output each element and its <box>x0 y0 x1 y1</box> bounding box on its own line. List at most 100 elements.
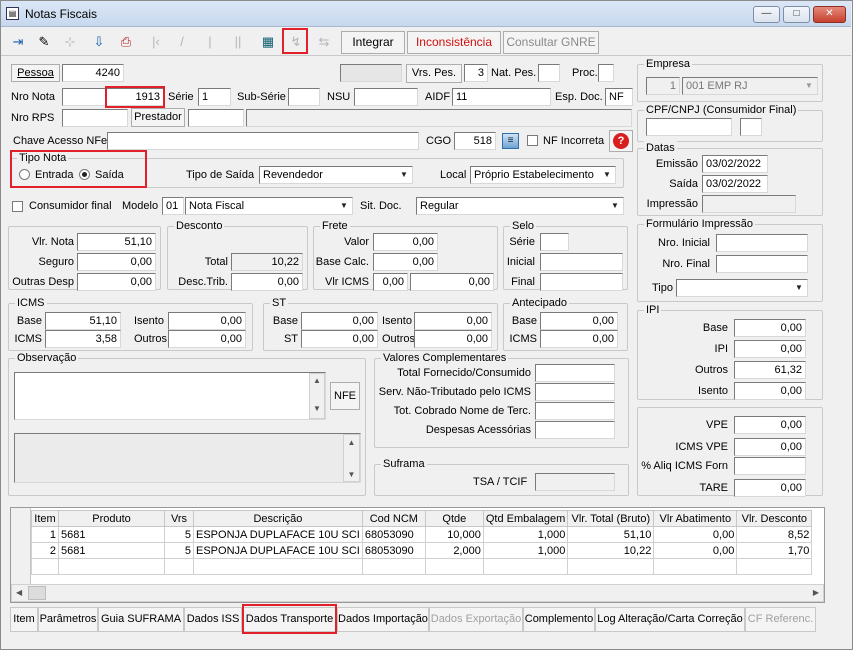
table-cell[interactable]: 1,000 <box>482 542 569 559</box>
table-cell[interactable] <box>31 558 59 575</box>
ipi-isento-field[interactable]: 0,00 <box>734 382 806 400</box>
esp-doc-field[interactable]: NF <box>605 88 633 106</box>
pessoa-field[interactable]: 4240 <box>62 64 124 82</box>
table-cell[interactable] <box>164 558 194 575</box>
table-cell[interactable]: 0,00 <box>653 526 738 543</box>
consumidor-final-checkbox[interactable] <box>12 201 23 212</box>
inconsistencia-button[interactable]: Inconsistência <box>407 31 501 54</box>
vrs-pes-button[interactable]: Vrs. Pes. <box>406 64 462 83</box>
st-st-field[interactable]: 0,00 <box>301 330 378 348</box>
despesas-acessorias-field[interactable] <box>535 421 615 439</box>
modelo-code-field[interactable]: 01 <box>162 197 184 215</box>
st-base-field[interactable]: 0,00 <box>301 312 378 330</box>
frete-valor-field[interactable]: 0,00 <box>373 233 438 251</box>
grid-header-cell[interactable]: Vrs <box>164 510 194 527</box>
table-cell[interactable]: 2,000 <box>424 542 484 559</box>
grid-header-cell[interactable]: Item <box>31 510 59 527</box>
antecipado-icms-field[interactable]: 0,00 <box>540 330 618 348</box>
download-icon[interactable]: ⇩ <box>88 31 110 53</box>
icms-icms-field[interactable]: 3,58 <box>45 330 121 348</box>
pessoa-button[interactable]: Pessoa <box>11 64 60 82</box>
local-select[interactable]: Próprio Estabelecimento ▼ <box>470 166 616 184</box>
grid-header-cell[interactable]: Descrição <box>193 510 363 527</box>
entrada-radio[interactable] <box>19 169 30 180</box>
tipo-saida-select[interactable]: Revendedor ▼ <box>259 166 413 184</box>
tab-parametros[interactable]: Parâmetros <box>38 607 98 632</box>
table-cell[interactable] <box>736 558 813 575</box>
selo-final-field[interactable] <box>540 273 623 291</box>
table-cell[interactable]: ESPONJA DUPLAFACE 10U SCI <box>193 542 363 559</box>
nat-pes-field[interactable] <box>538 64 560 82</box>
help-button[interactable]: ? <box>609 130 633 152</box>
observacao-nfe-scrollbar[interactable]: ▲ ▼ <box>343 434 360 482</box>
table-cell[interactable]: 1 <box>31 526 59 543</box>
tare-field[interactable]: 0,00 <box>734 479 806 497</box>
icms-outros-field[interactable]: 0,00 <box>168 330 246 348</box>
observacao-textarea[interactable] <box>14 372 326 420</box>
table-cell[interactable]: 1,000 <box>482 526 569 543</box>
cgo-lookup-icon[interactable]: ≡ <box>502 133 519 149</box>
selo-serie-field[interactable] <box>540 233 569 251</box>
st-outros-field[interactable]: 0,00 <box>414 330 492 348</box>
serv-nao-tributado-field[interactable] <box>535 383 615 401</box>
grid-scroll-thumb[interactable] <box>28 586 46 600</box>
consultar-gnre-button[interactable]: Consultar GNRE <box>503 31 599 54</box>
tipo-select[interactable]: ▼ <box>676 279 808 297</box>
table-cell[interactable]: 5681 <box>58 542 165 559</box>
tab-dados-iss[interactable]: Dados ISS <box>184 607 242 632</box>
total-fornecido-field[interactable] <box>535 364 615 382</box>
proc-field[interactable] <box>598 64 614 82</box>
table-cell[interactable]: 8,52 <box>736 526 813 543</box>
items-grid[interactable]: Item Produto Vrs Descrição Cod NCM Qtde Qtd Em… <box>31 510 813 575</box>
table-cell[interactable]: 5 <box>164 542 194 559</box>
icms-base-field[interactable]: 51,10 <box>45 312 121 330</box>
desc-trib-field[interactable]: 0,00 <box>231 273 303 291</box>
frete-icms-value-field[interactable]: 0,00 <box>410 273 494 291</box>
grid-icon[interactable]: ▦ <box>257 31 279 53</box>
tab-guia-suframa[interactable]: Guia SUFRAMA <box>98 607 184 632</box>
table-cell[interactable]: 5681 <box>58 526 165 543</box>
table-cell[interactable] <box>58 558 165 575</box>
tab-dados-importacao[interactable]: Dados Importação <box>337 607 429 632</box>
saida-date-field[interactable]: 03/02/2022 <box>702 175 768 193</box>
table-row[interactable]: 1 5681 5 ESPONJA DUPLAFACE 10U SCI 68053090 1… <box>31 526 813 543</box>
ipi-base-field[interactable]: 0,00 <box>734 319 806 337</box>
nro-inicial-field[interactable] <box>716 234 808 252</box>
tot-cobrado-field[interactable] <box>535 402 615 420</box>
nfe-button[interactable]: NFE <box>330 382 360 410</box>
nsu-field[interactable] <box>354 88 418 106</box>
observacao-scrollbar[interactable]: ▲ ▼ <box>309 373 325 419</box>
pessoa-name-field[interactable] <box>126 64 338 82</box>
grid-header-cell[interactable]: Qtde <box>424 510 484 527</box>
icms-vpe-field[interactable]: 0,00 <box>734 438 806 456</box>
ipi-ipi-field[interactable]: 0,00 <box>734 340 806 358</box>
nro-final-field[interactable] <box>716 255 808 273</box>
table-cell[interactable]: 51,10 <box>567 526 655 543</box>
table-cell[interactable] <box>482 558 569 575</box>
chave-field[interactable] <box>107 132 419 150</box>
emissao-field[interactable]: 03/02/2022 <box>702 155 768 173</box>
nf-incorreta-checkbox[interactable] <box>527 135 538 146</box>
saida-radio[interactable] <box>79 169 90 180</box>
print-icon[interactable]: ⎙ <box>115 31 137 53</box>
selo-inicial-field[interactable] <box>540 253 623 271</box>
frete-icms-field[interactable]: 0,00 <box>373 273 408 291</box>
integrar-button[interactable]: Integrar <box>341 31 405 54</box>
table-cell[interactable] <box>193 558 363 575</box>
grid-header-cell[interactable]: Produto <box>58 510 165 527</box>
table-cell[interactable] <box>567 558 655 575</box>
tab-item[interactable]: Item <box>10 607 38 632</box>
table-cell[interactable]: ESPONJA DUPLAFACE 10U SCI <box>193 526 363 543</box>
sit-doc-select[interactable]: Regular ▼ <box>416 197 624 215</box>
table-cell[interactable] <box>424 558 484 575</box>
grid-horizontal-scrollbar[interactable]: ◀ ▶ <box>11 584 824 602</box>
grid-header-cell[interactable]: Vlr. Total (Bruto) <box>567 510 655 527</box>
seguro-field[interactable]: 0,00 <box>77 253 156 271</box>
table-row-empty[interactable] <box>31 558 813 575</box>
vpe-field[interactable]: 0,00 <box>734 416 806 434</box>
aidf-field[interactable]: 11 <box>452 88 551 106</box>
grid-header-cell[interactable]: Cod NCM <box>361 510 426 527</box>
sub-serie-field[interactable] <box>288 88 320 106</box>
vlr-nota-field[interactable]: 51,10 <box>77 233 156 251</box>
table-cell[interactable]: 10,000 <box>424 526 484 543</box>
